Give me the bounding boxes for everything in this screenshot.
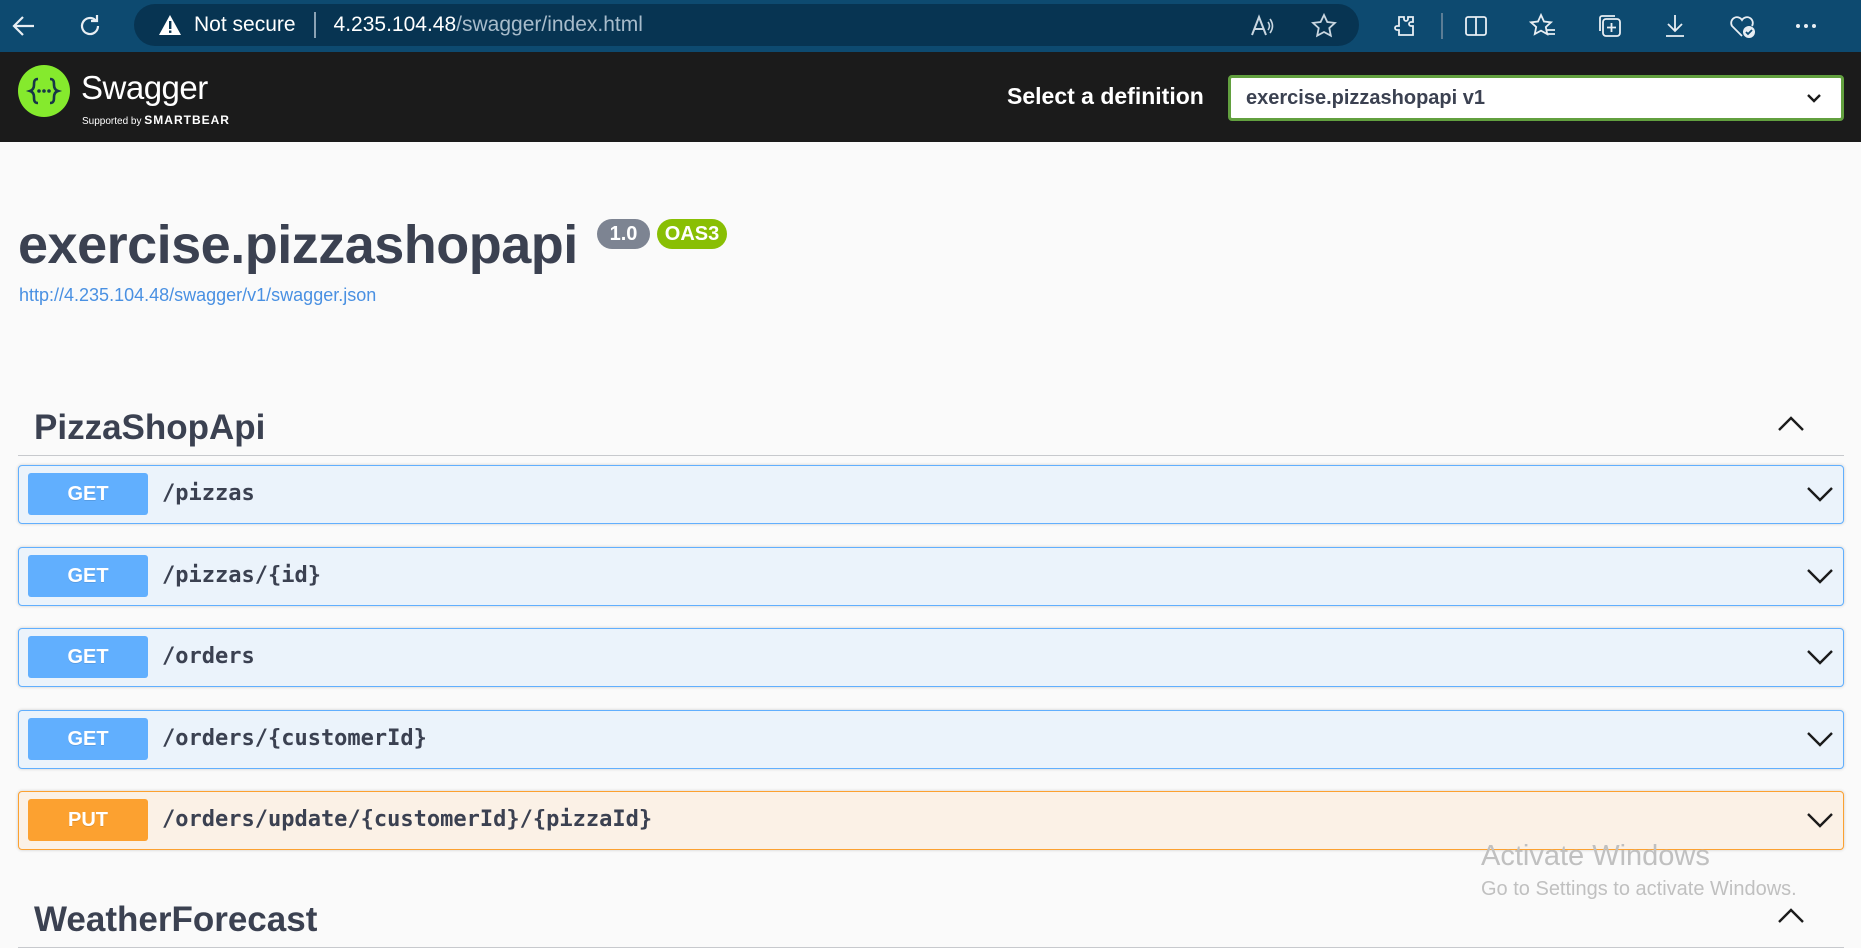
operation-get-orders-customerid[interactable]: GET /orders/{customerId}	[18, 710, 1844, 769]
url-path: /swagger/index.html	[456, 13, 643, 36]
method-badge: GET	[28, 718, 148, 760]
operation-get-orders[interactable]: GET /orders	[18, 628, 1844, 687]
not-secure-label[interactable]: Not secure	[194, 13, 296, 37]
definition-label: Select a definition	[1007, 83, 1204, 109]
tag-title: PizzaShopApi	[34, 408, 266, 447]
operation-path: /orders/update/{customerId}/{pizzaId}	[162, 807, 653, 832]
chevron-up-icon[interactable]	[1776, 414, 1806, 434]
swagger-logo-icon[interactable]	[18, 65, 70, 117]
url-host: 4.235.104.48	[333, 13, 457, 36]
read-aloud-icon[interactable]	[1249, 13, 1275, 39]
logo-sub-brand: SMARTBEAR	[144, 113, 230, 127]
operation-path: /pizzas/{id}	[162, 563, 321, 588]
address-separator	[313, 12, 316, 38]
favorites-icon[interactable]	[1527, 10, 1559, 42]
warning-icon	[158, 13, 182, 37]
chevron-up-icon[interactable]	[1776, 906, 1806, 926]
definition-select[interactable]: exercise.pizzashopapi v1	[1228, 75, 1844, 121]
collections-icon[interactable]	[1594, 10, 1626, 42]
spec-url-link[interactable]: http://4.235.104.48/swagger/v1/swagger.j…	[19, 285, 376, 306]
swagger-logo-text[interactable]: Swagger	[81, 69, 208, 107]
tag-section-pizzashopapi[interactable]: PizzaShopApi	[18, 396, 1844, 456]
activate-windows-subtitle: Go to Settings to activate Windows.	[1481, 878, 1797, 900]
chevron-down-icon[interactable]	[1805, 729, 1835, 749]
chevron-down-icon[interactable]	[1805, 566, 1835, 586]
split-screen-icon[interactable]	[1460, 10, 1492, 42]
favorite-star-icon[interactable]	[1311, 13, 1337, 39]
operation-path: /orders/{customerId}	[162, 726, 427, 751]
chevron-down-icon[interactable]	[1805, 647, 1835, 667]
refresh-icon[interactable]	[72, 8, 108, 44]
chevron-down-icon[interactable]	[1805, 484, 1835, 504]
method-badge: GET	[28, 473, 148, 515]
definition-selected-value: exercise.pizzashopapi v1	[1246, 86, 1486, 109]
swagger-topbar: Swagger Supported by SMARTBEAR Select a …	[0, 52, 1861, 142]
activate-windows-watermark: Activate Windows	[1481, 840, 1710, 872]
method-badge: PUT	[28, 799, 148, 841]
operation-path: /pizzas	[162, 481, 255, 506]
operation-get-pizzas-id[interactable]: GET /pizzas/{id}	[18, 547, 1844, 606]
operation-get-pizzas[interactable]: GET /pizzas	[18, 465, 1844, 524]
oas-badge: OAS3	[657, 219, 727, 249]
swagger-logo-subtitle: Supported by SMARTBEAR	[82, 113, 230, 127]
api-title: exercise.pizzashopapi	[18, 215, 578, 275]
browser-essentials-icon[interactable]	[1726, 10, 1758, 42]
chevron-down-icon	[1807, 94, 1821, 103]
toolbar-separator	[1441, 13, 1443, 39]
chevron-down-icon[interactable]	[1805, 810, 1835, 830]
extensions-icon[interactable]	[1388, 10, 1420, 42]
tag-title: WeatherForecast	[34, 900, 318, 939]
address-bar[interactable]: Not secure 4.235.104.48/swagger/index.ht…	[134, 4, 1359, 46]
version-badge: 1.0	[597, 219, 650, 249]
back-icon[interactable]	[6, 8, 42, 44]
browser-toolbar: Not secure 4.235.104.48/swagger/index.ht…	[0, 0, 1861, 52]
method-badge: GET	[28, 636, 148, 678]
method-badge: GET	[28, 555, 148, 597]
downloads-icon[interactable]	[1659, 10, 1691, 42]
operation-path: /orders	[162, 644, 255, 669]
more-icon[interactable]	[1790, 10, 1822, 42]
logo-sub-prefix: Supported by	[82, 116, 142, 127]
